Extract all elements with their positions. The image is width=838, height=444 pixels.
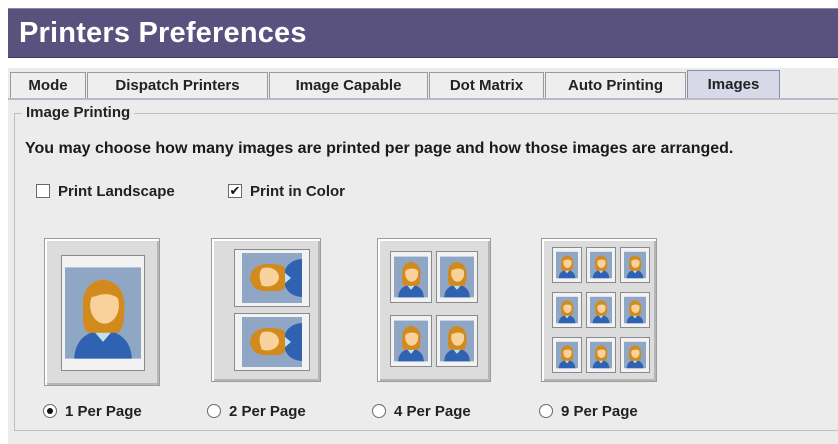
- radio-9-per-page-label: 9 Per Page: [561, 402, 638, 420]
- photo-icon: [390, 315, 432, 367]
- layout-9-per-page-preview[interactable]: [541, 238, 657, 382]
- radio-button[interactable]: [372, 404, 386, 418]
- radio-9-per-page[interactable]: 9 Per Page: [539, 401, 638, 421]
- photo-icon: [620, 292, 650, 328]
- print-in-color-label: Print in Color: [250, 182, 345, 200]
- radio-4-per-page-label: 4 Per Page: [394, 402, 471, 420]
- tab-images[interactable]: Images: [687, 70, 780, 99]
- radio-2-per-page-label: 2 Per Page: [229, 402, 306, 420]
- photo-icon: [552, 247, 582, 283]
- radio-button[interactable]: [43, 404, 57, 418]
- photo-icon: [586, 292, 616, 328]
- photo-icon: [586, 337, 616, 373]
- checkbox-box[interactable]: [36, 184, 50, 198]
- photo-icon: [61, 255, 145, 371]
- tab-mode[interactable]: Mode: [10, 72, 86, 98]
- photo-icon: [234, 313, 310, 371]
- window-title: Printers Preferences: [19, 17, 307, 49]
- tab-dispatch-printers[interactable]: Dispatch Printers: [87, 72, 268, 98]
- photo-icon: [620, 337, 650, 373]
- layout-4-per-page-preview[interactable]: [377, 238, 491, 382]
- photo-icon: [586, 247, 616, 283]
- photo-icon: [436, 251, 478, 303]
- radio-button[interactable]: [207, 404, 221, 418]
- print-in-color-checkbox[interactable]: ✔ Print in Color: [228, 181, 345, 201]
- tab-dot-matrix[interactable]: Dot Matrix: [429, 72, 544, 98]
- photo-icon: [552, 337, 582, 373]
- description-text: You may choose how many images are print…: [25, 140, 734, 157]
- print-landscape-checkbox[interactable]: Print Landscape: [36, 181, 175, 201]
- tab-image-capable[interactable]: Image Capable: [269, 72, 428, 98]
- photo-icon: [234, 249, 310, 307]
- radio-button[interactable]: [539, 404, 553, 418]
- radio-1-per-page-label: 1 Per Page: [65, 402, 142, 420]
- title-bar: Printers Preferences: [8, 8, 838, 58]
- photo-icon: [390, 251, 432, 303]
- print-landscape-label: Print Landscape: [58, 182, 175, 200]
- photo-icon: [552, 292, 582, 328]
- photo-icon: [436, 315, 478, 367]
- radio-4-per-page[interactable]: 4 Per Page: [372, 401, 471, 421]
- photo-icon: [620, 247, 650, 283]
- radio-2-per-page[interactable]: 2 Per Page: [207, 401, 306, 421]
- radio-1-per-page[interactable]: 1 Per Page: [43, 401, 142, 421]
- checkmark-icon[interactable]: ✔: [228, 184, 242, 198]
- layout-2-per-page-preview[interactable]: [211, 238, 321, 382]
- group-title: Image Printing: [22, 104, 135, 121]
- tab-auto-printing[interactable]: Auto Printing: [545, 72, 686, 98]
- layout-1-per-page-preview[interactable]: [44, 238, 160, 386]
